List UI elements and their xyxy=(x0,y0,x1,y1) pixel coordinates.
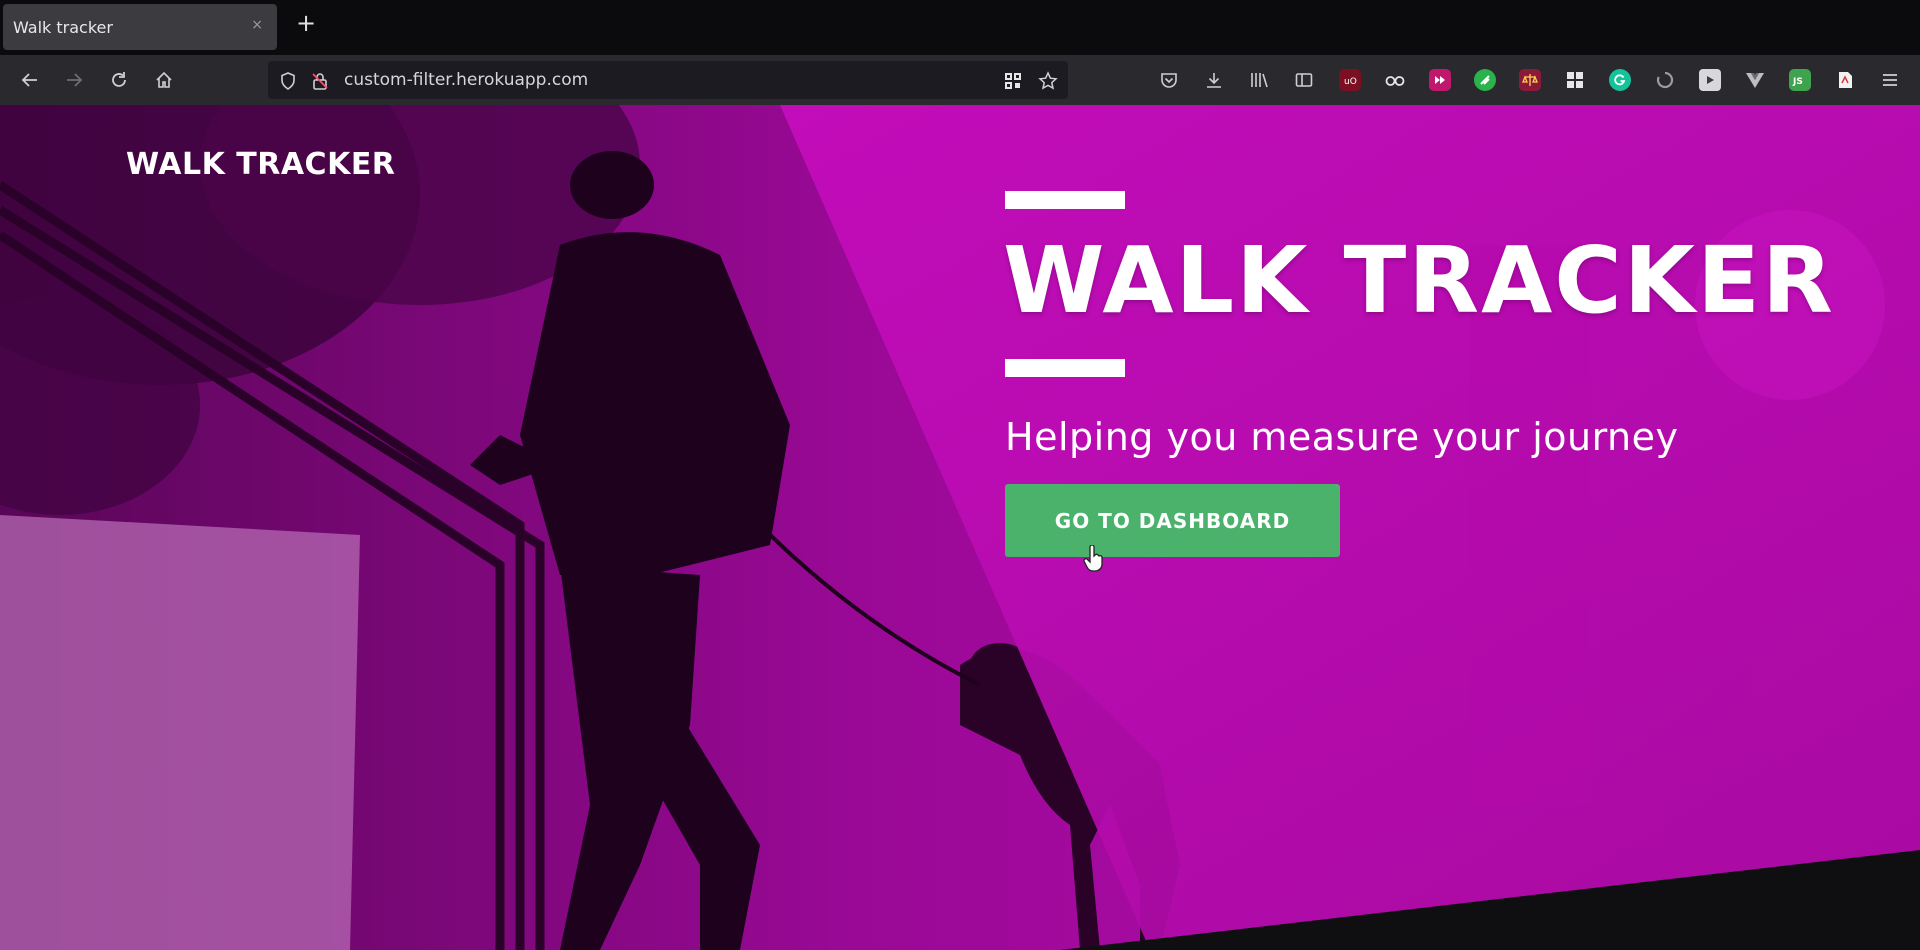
pdf-icon[interactable] xyxy=(1834,69,1856,91)
tab-close-icon[interactable]: × xyxy=(251,17,263,33)
svg-text:JS: JS xyxy=(1792,77,1803,87)
downloads-icon[interactable] xyxy=(1203,69,1225,91)
tab-bar: Walk tracker × + xyxy=(0,0,1920,55)
scales-icon[interactable] xyxy=(1519,69,1541,91)
svg-text:uO: uO xyxy=(1344,77,1357,87)
hero-subtitle: Helping you measure your journey xyxy=(1005,415,1679,459)
pocket-icon[interactable] xyxy=(1158,69,1180,91)
back-icon[interactable] xyxy=(18,68,42,92)
browser-tab[interactable]: Walk tracker × xyxy=(3,4,277,50)
vuejs-icon[interactable] xyxy=(1744,69,1766,91)
fast-forward-icon[interactable] xyxy=(1429,69,1451,91)
glasses-icon[interactable] xyxy=(1384,69,1406,91)
reload-icon[interactable] xyxy=(107,68,131,92)
hand-cursor-icon xyxy=(1083,545,1103,572)
title-bar-top xyxy=(1005,191,1125,209)
apps-grid-icon[interactable] xyxy=(1564,69,1586,91)
address-bar[interactable]: custom-filter.herokuapp.com xyxy=(268,61,1068,99)
qr-code-icon[interactable] xyxy=(1003,71,1023,91)
new-tab-icon[interactable]: + xyxy=(296,11,316,35)
home-icon[interactable] xyxy=(152,68,176,92)
hero-title: WALK TRACKER xyxy=(1003,227,1835,334)
navigation-toolbar: custom-filter.herokuapp.com uO JS xyxy=(0,55,1920,105)
tab-title: Walk tracker xyxy=(13,17,113,37)
url-text: custom-filter.herokuapp.com xyxy=(344,70,589,90)
site-lock-icon[interactable] xyxy=(310,71,330,91)
ublock-origin-icon[interactable]: uO xyxy=(1339,69,1361,91)
js-badge-icon[interactable]: JS xyxy=(1789,69,1811,91)
bookmark-star-icon[interactable] xyxy=(1038,71,1058,91)
title-bar-bottom xyxy=(1005,359,1125,377)
go-to-dashboard-button[interactable]: GO TO DASHBOARD xyxy=(1005,484,1340,557)
shield-icon[interactable] xyxy=(278,71,298,91)
site-logo[interactable]: WALK TRACKER xyxy=(126,147,395,182)
grammarly-icon[interactable] xyxy=(1609,69,1631,91)
sidebar-icon[interactable] xyxy=(1293,69,1315,91)
hero-section: WALK TRACKER WALK TRACKER Helping you me… xyxy=(0,105,1920,950)
feedly-icon[interactable] xyxy=(1474,69,1496,91)
menu-icon[interactable] xyxy=(1879,69,1901,91)
video-player-icon[interactable] xyxy=(1699,69,1721,91)
spinner-icon[interactable] xyxy=(1654,69,1676,91)
forward-icon[interactable] xyxy=(62,68,86,92)
library-icon[interactable] xyxy=(1248,69,1270,91)
